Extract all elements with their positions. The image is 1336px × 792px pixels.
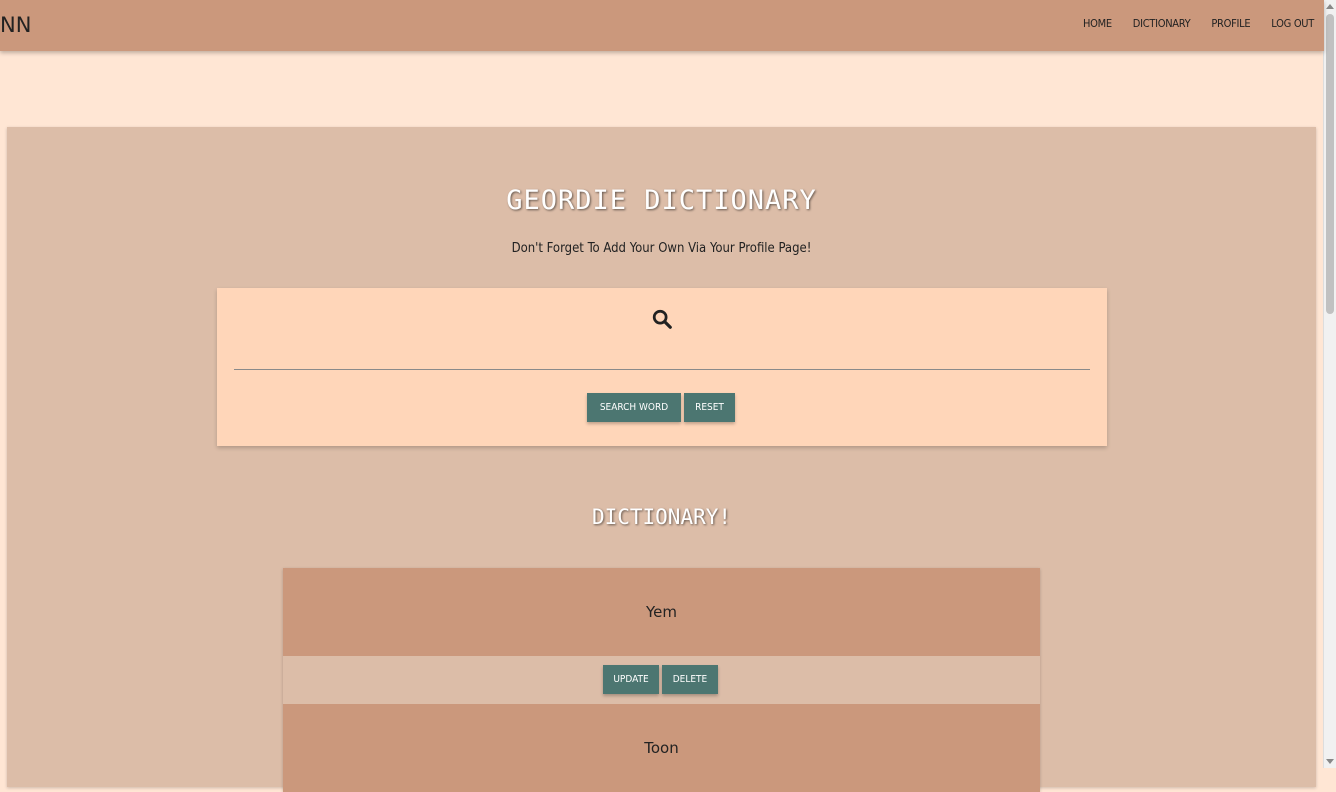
entry-word-label: Toon [644,739,679,757]
nav-dictionary-link[interactable]: DICTIONARY [1133,17,1191,30]
page-title: GEORDIE DICTIONARY [506,185,817,216]
nav-home-link[interactable]: HOME [1083,17,1112,30]
search-input[interactable] [234,343,1090,370]
section-title: DICTIONARY! [591,505,732,529]
nav-links: HOME DICTIONARY PROFILE LOG OUT [1083,17,1314,30]
brand-logo[interactable]: NN [0,12,31,38]
entry-word: Toon [283,704,1040,792]
search-card: SEARCH WORD RESET [217,288,1107,446]
reset-button[interactable]: RESET [684,393,735,422]
scroll-down-arrow-icon[interactable] [1326,759,1334,764]
update-button[interactable]: UPDATE [603,665,659,694]
page-scrollbar[interactable] [1323,0,1336,768]
entry-actions: UPDATE DELETE [283,656,1040,704]
top-navbar: NN HOME DICTIONARY PROFILE LOG OUT [0,0,1324,51]
nav-logout-link[interactable]: LOG OUT [1271,17,1314,30]
search-icon [652,309,672,329]
delete-button[interactable]: DELETE [662,665,718,694]
dictionary-card: GEORDIE DICTIONARY Don't Forget To Add Y… [7,127,1316,792]
dictionary-entries-list: Yem UPDATE DELETE Toon [283,568,1040,792]
entry-word: Yem [283,568,1040,656]
entry-word-label: Yem [645,603,677,621]
page-subtitle: Don't Forget To Add Your Own Via Your Pr… [511,241,812,256]
scroll-thumb[interactable] [1326,14,1334,314]
scroll-up-arrow-icon[interactable] [1326,4,1334,9]
search-word-button[interactable]: SEARCH WORD [587,393,681,422]
nav-profile-link[interactable]: PROFILE [1211,17,1250,30]
